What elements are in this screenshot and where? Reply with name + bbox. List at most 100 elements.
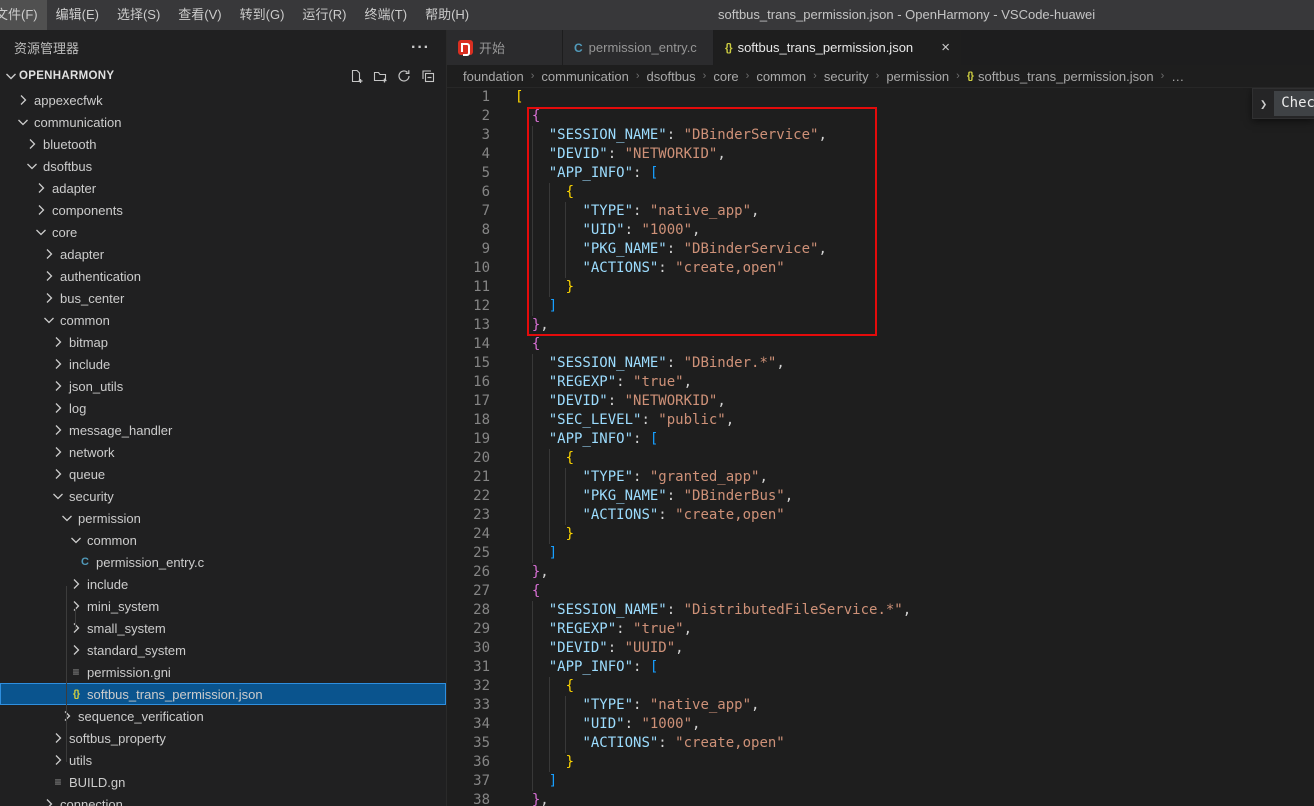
menu-item[interactable]: 编辑(E) xyxy=(47,0,108,30)
line-number: 14 xyxy=(447,335,490,354)
explorer-section-header[interactable]: OPENHARMONY xyxy=(0,65,446,87)
code-line[interactable]: 26 }, xyxy=(447,563,1314,582)
tree-folder-security[interactable]: security xyxy=(0,485,446,507)
code-line[interactable]: 16 "REGEXP": "true", xyxy=(447,373,1314,392)
code-line[interactable]: 5 "APP_INFO": [ xyxy=(447,164,1314,183)
code-line[interactable]: 1[ xyxy=(447,88,1314,107)
line-number: 17 xyxy=(447,392,490,411)
code-line[interactable]: 32 { xyxy=(447,677,1314,696)
breadcrumb-item[interactable]: foundation xyxy=(463,69,524,84)
menu-item[interactable]: 终端(T) xyxy=(355,0,416,30)
code-line[interactable]: 33 "TYPE": "native_app", xyxy=(447,696,1314,715)
breadcrumb-file[interactable]: softbus_trans_permission.json xyxy=(978,69,1154,84)
tree-item-label: utils xyxy=(69,753,92,768)
breadcrumb-item[interactable]: common xyxy=(756,69,806,84)
code-line[interactable]: 10 "ACTIONS": "create,open" xyxy=(447,259,1314,278)
code-line[interactable]: 2 { xyxy=(447,107,1314,126)
tree-folder-bus_center[interactable]: bus_center xyxy=(0,287,446,309)
tree-folder-communication[interactable]: communication xyxy=(0,111,446,133)
code-line[interactable]: 30 "DEVID": "UUID", xyxy=(447,639,1314,658)
code-line[interactable]: 18 "SEC_LEVEL": "public", xyxy=(447,411,1314,430)
breadcrumb-item[interactable]: communication xyxy=(541,69,628,84)
more-actions-icon[interactable]: ··· xyxy=(411,39,430,57)
code-line[interactable]: 7 "TYPE": "native_app", xyxy=(447,202,1314,221)
tree-folder-authentication[interactable]: authentication xyxy=(0,265,446,287)
menu-item[interactable]: 文件(F) xyxy=(0,0,47,30)
code-line[interactable]: 22 "PKG_NAME": "DBinderBus", xyxy=(447,487,1314,506)
code-line[interactable]: 4 "DEVID": "NETWORKID", xyxy=(447,145,1314,164)
collapse-all-icon[interactable] xyxy=(420,68,436,84)
tree-folder-bluetooth[interactable]: bluetooth xyxy=(0,133,446,155)
tree-folder-connection[interactable]: connection xyxy=(0,793,446,806)
new-folder-icon[interactable] xyxy=(372,68,388,84)
tab-softbus_trans_permission.json[interactable]: {}softbus_trans_permission.json× xyxy=(714,30,962,65)
code-line[interactable]: 37 ] xyxy=(447,772,1314,791)
code-line[interactable]: 31 "APP_INFO": [ xyxy=(447,658,1314,677)
tree-folder-bitmap[interactable]: bitmap xyxy=(0,331,446,353)
menu-item[interactable]: 选择(S) xyxy=(108,0,169,30)
tree-folder-common[interactable]: common xyxy=(0,309,446,331)
code-line[interactable]: 9 "PKG_NAME": "DBinderService", xyxy=(447,240,1314,259)
line-number: 11 xyxy=(447,278,490,297)
tree-folder-appexecfwk[interactable]: appexecfwk xyxy=(0,89,446,111)
code-editor[interactable]: 1[2 {3 "SESSION_NAME": "DBinderService",… xyxy=(447,88,1314,806)
chevron-down-icon xyxy=(3,68,19,84)
code-line[interactable]: 21 "TYPE": "granted_app", xyxy=(447,468,1314,487)
menu-item[interactable]: 帮助(H) xyxy=(416,0,478,30)
tree-folder-include[interactable]: include xyxy=(0,353,446,375)
code-line[interactable]: 34 "UID": "1000", xyxy=(447,715,1314,734)
tree-folder-permission[interactable]: permission xyxy=(0,507,446,529)
breadcrumb-item[interactable]: permission xyxy=(886,69,949,84)
tab-permission_entry.c[interactable]: Cpermission_entry.c xyxy=(563,30,714,65)
code-line[interactable]: 35 "ACTIONS": "create,open" xyxy=(447,734,1314,753)
code-text: "REGEXP": "true", xyxy=(515,620,692,639)
menu-item[interactable]: 转到(G) xyxy=(231,0,294,30)
code-line[interactable]: 14 { xyxy=(447,335,1314,354)
code-line[interactable]: 23 "ACTIONS": "create,open" xyxy=(447,506,1314,525)
tree-folder-message_handler[interactable]: message_handler xyxy=(0,419,446,441)
code-line[interactable]: 13 }, xyxy=(447,316,1314,335)
menu-item[interactable]: 查看(V) xyxy=(169,0,230,30)
tree-folder-queue[interactable]: queue xyxy=(0,463,446,485)
tree-folder-common[interactable]: common xyxy=(0,529,446,551)
code-text: "SESSION_NAME": "DBinder.*", xyxy=(515,354,785,373)
code-line[interactable]: 3 "SESSION_NAME": "DBinderService", xyxy=(447,126,1314,145)
code-line[interactable]: 29 "REGEXP": "true", xyxy=(447,620,1314,639)
code-line[interactable]: 24 } xyxy=(447,525,1314,544)
menu-item[interactable]: 运行(R) xyxy=(293,0,355,30)
new-file-icon[interactable] xyxy=(348,68,364,84)
code-line[interactable]: 27 { xyxy=(447,582,1314,601)
code-line[interactable]: 25 ] xyxy=(447,544,1314,563)
breadcrumb-item[interactable]: core xyxy=(713,69,738,84)
code-line[interactable]: 17 "DEVID": "NETWORKID", xyxy=(447,392,1314,411)
tree-folder-adapter[interactable]: adapter xyxy=(0,243,446,265)
checklist-flyout[interactable]: ❯ Checkl xyxy=(1252,88,1314,119)
code-line[interactable]: 36 } xyxy=(447,753,1314,772)
breadcrumb-more[interactable]: … xyxy=(1171,69,1184,84)
refresh-icon[interactable] xyxy=(396,68,412,84)
tab-开始[interactable]: 开始 xyxy=(447,30,563,65)
code-line[interactable]: 20 { xyxy=(447,449,1314,468)
tree-item-label: authentication xyxy=(60,269,141,284)
tree-folder-core[interactable]: core xyxy=(0,221,446,243)
tree-file-BUILD.gn[interactable]: ≡BUILD.gn xyxy=(0,771,446,793)
checklist-item[interactable]: Checkl xyxy=(1274,91,1314,116)
tree-folder-adapter[interactable]: adapter xyxy=(0,177,446,199)
close-icon[interactable]: × xyxy=(941,40,950,55)
code-line[interactable]: 12 ] xyxy=(447,297,1314,316)
code-line[interactable]: 38 }, xyxy=(447,791,1314,806)
tree-file-permission_entry.c[interactable]: Cpermission_entry.c xyxy=(0,551,446,573)
code-line[interactable]: 28 "SESSION_NAME": "DistributedFileServi… xyxy=(447,601,1314,620)
breadcrumb-item[interactable]: security xyxy=(824,69,869,84)
code-line[interactable]: 15 "SESSION_NAME": "DBinder.*", xyxy=(447,354,1314,373)
code-line[interactable]: 6 { xyxy=(447,183,1314,202)
tree-folder-json_utils[interactable]: json_utils xyxy=(0,375,446,397)
tree-folder-dsoftbus[interactable]: dsoftbus xyxy=(0,155,446,177)
code-line[interactable]: 19 "APP_INFO": [ xyxy=(447,430,1314,449)
tree-folder-network[interactable]: network xyxy=(0,441,446,463)
code-line[interactable]: 8 "UID": "1000", xyxy=(447,221,1314,240)
code-line[interactable]: 11 } xyxy=(447,278,1314,297)
tree-folder-log[interactable]: log xyxy=(0,397,446,419)
breadcrumb-item[interactable]: dsoftbus xyxy=(647,69,696,84)
tree-folder-components[interactable]: components xyxy=(0,199,446,221)
